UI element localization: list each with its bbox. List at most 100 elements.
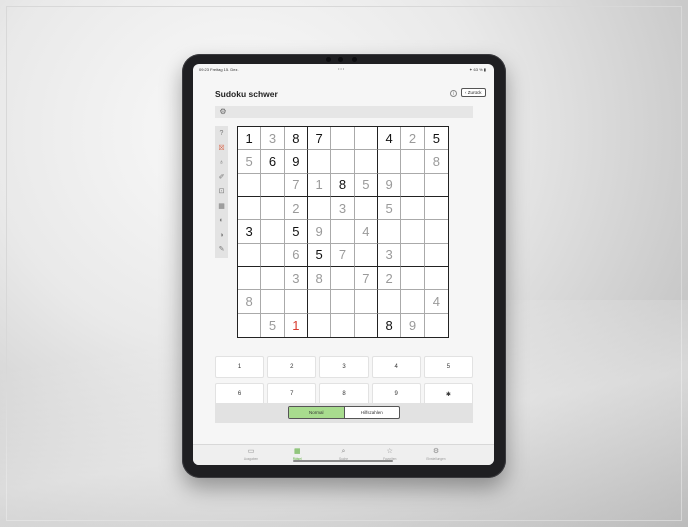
number-key[interactable]: 7 xyxy=(267,383,317,405)
sudoku-cell[interactable]: 8 xyxy=(238,290,262,314)
eraser-icon[interactable]: ✐ xyxy=(216,172,227,183)
sudoku-cell[interactable] xyxy=(424,197,448,221)
sudoku-cell[interactable] xyxy=(424,267,448,291)
sudoku-cell[interactable]: 3 xyxy=(284,267,308,291)
gear-icon[interactable]: ⚙ xyxy=(218,107,228,117)
sudoku-cell[interactable]: 4 xyxy=(378,127,402,151)
sudoku-cell[interactable] xyxy=(401,243,425,267)
sudoku-cell[interactable] xyxy=(354,150,378,174)
sudoku-cell[interactable] xyxy=(238,197,262,221)
sudoku-cell[interactable]: 7 xyxy=(308,127,332,151)
home-indicator[interactable] xyxy=(293,460,393,462)
sudoku-cell[interactable]: 5 xyxy=(238,150,262,174)
sudoku-cell[interactable] xyxy=(401,150,425,174)
sudoku-cell[interactable] xyxy=(424,244,448,267)
sudoku-cell[interactable]: 5 xyxy=(284,220,308,244)
number-key[interactable]: 8 xyxy=(319,383,369,405)
number-key[interactable]: 3 xyxy=(319,356,369,378)
sudoku-cell[interactable] xyxy=(261,267,285,291)
sudoku-cell[interactable]: 6 xyxy=(261,150,285,174)
sudoku-cell[interactable] xyxy=(331,220,355,244)
sudoku-cell[interactable]: 5 xyxy=(378,197,402,221)
sudoku-cell[interactable] xyxy=(238,267,262,291)
sudoku-cell[interactable]: 9 xyxy=(378,173,402,197)
sudoku-cell[interactable]: 3 xyxy=(261,127,285,151)
sudoku-cell[interactable] xyxy=(308,290,332,314)
sudoku-cell[interactable] xyxy=(424,174,448,197)
sudoku-cell[interactable] xyxy=(354,243,378,267)
back-button[interactable]: ‹ Zurück xyxy=(461,88,486,97)
tab-favoriten[interactable]: ☆ Favoriten xyxy=(370,445,410,465)
sudoku-cell[interactable] xyxy=(238,313,262,337)
number-key[interactable]: 2 xyxy=(267,356,317,378)
sudoku-cell[interactable] xyxy=(284,290,308,314)
sudoku-cell[interactable]: 6 xyxy=(284,243,308,267)
pen-icon[interactable]: ✎ xyxy=(216,244,227,255)
redo-icon[interactable]: ◑ xyxy=(216,230,227,241)
sudoku-cell[interactable]: 2 xyxy=(378,267,402,291)
delete-icon[interactable]: ⊡ xyxy=(216,186,227,197)
sudoku-cell[interactable]: 1 xyxy=(308,173,332,197)
sudoku-cell[interactable]: 4 xyxy=(424,290,448,314)
sudoku-cell[interactable]: 1 xyxy=(285,313,308,337)
sudoku-cell[interactable] xyxy=(354,127,378,151)
sudoku-cell[interactable] xyxy=(401,290,425,314)
sudoku-cell[interactable]: 8 xyxy=(308,267,332,291)
sudoku-cell[interactable]: 3 xyxy=(238,220,262,244)
sudoku-cell[interactable] xyxy=(261,243,285,267)
sudoku-cell[interactable]: 8 xyxy=(284,127,308,151)
sudoku-cell[interactable]: 7 xyxy=(284,173,308,197)
sudoku-cell[interactable] xyxy=(261,197,285,221)
sudoku-cell[interactable]: 5 xyxy=(261,313,285,337)
tab-einstellungen[interactable]: ⚙ Einstellungen xyxy=(416,445,456,465)
sudoku-cell[interactable] xyxy=(401,173,425,197)
sudoku-cell[interactable] xyxy=(308,197,332,221)
sudoku-cell[interactable]: 8 xyxy=(424,150,448,174)
sudoku-cell[interactable] xyxy=(401,197,425,221)
hint-bulb-icon[interactable]: ♁ xyxy=(216,157,227,168)
sudoku-cell[interactable]: 3 xyxy=(331,197,355,221)
sudoku-cell[interactable] xyxy=(261,220,285,244)
sudoku-cell[interactable]: 4 xyxy=(354,220,378,244)
sudoku-cell[interactable] xyxy=(378,220,402,244)
help-icon[interactable]: ? xyxy=(216,128,227,139)
sudoku-cell[interactable] xyxy=(238,173,262,197)
sudoku-cell[interactable]: 3 xyxy=(378,243,402,267)
sudoku-cell[interactable]: 7 xyxy=(331,243,355,267)
sudoku-cell[interactable] xyxy=(331,127,355,151)
sudoku-cell[interactable] xyxy=(238,243,262,267)
tab-ausgaben[interactable]: ▭ Ausgaben xyxy=(231,445,271,465)
sudoku-cell[interactable]: 5 xyxy=(354,173,378,197)
error-check-icon[interactable]: ☒ xyxy=(216,143,227,154)
sudoku-cell[interactable] xyxy=(425,314,448,337)
sudoku-cell[interactable] xyxy=(331,267,355,291)
sudoku-cell[interactable] xyxy=(378,150,402,174)
sudoku-cell[interactable] xyxy=(331,290,355,314)
sudoku-cell[interactable]: 5 xyxy=(308,243,332,267)
sudoku-cell[interactable] xyxy=(354,197,378,221)
keyboard-icon[interactable]: ▦ xyxy=(216,201,227,212)
sudoku-cell[interactable] xyxy=(331,313,355,337)
sudoku-cell[interactable] xyxy=(354,290,378,314)
number-key[interactable]: 4 xyxy=(371,356,421,378)
sudoku-cell[interactable] xyxy=(424,220,448,244)
sudoku-cell[interactable] xyxy=(261,290,285,314)
sudoku-cell[interactable]: 7 xyxy=(354,267,378,291)
number-key[interactable]: 9 xyxy=(371,383,421,405)
tab-suche[interactable]: ⌕ Suche xyxy=(324,445,364,465)
sudoku-cell[interactable]: 5 xyxy=(424,127,448,151)
sudoku-cell[interactable]: 1 xyxy=(238,127,262,151)
sudoku-cell[interactable] xyxy=(308,313,332,337)
mode-option[interactable]: Hilfszahlen xyxy=(345,407,400,418)
number-key[interactable]: 6 xyxy=(215,383,265,405)
sudoku-cell[interactable] xyxy=(401,267,425,291)
sudoku-cell[interactable] xyxy=(401,220,425,244)
sudoku-cell[interactable] xyxy=(378,290,402,314)
sudoku-cell[interactable] xyxy=(308,150,332,174)
tab-rätsel[interactable]: ▦ Rätsel xyxy=(277,445,317,465)
mode-option[interactable]: Normal xyxy=(289,407,345,418)
sudoku-cell[interactable] xyxy=(355,313,378,337)
number-key[interactable]: 5 xyxy=(423,356,473,378)
clear-key[interactable]: ✱ xyxy=(423,383,473,405)
info-icon[interactable]: i xyxy=(450,90,457,97)
